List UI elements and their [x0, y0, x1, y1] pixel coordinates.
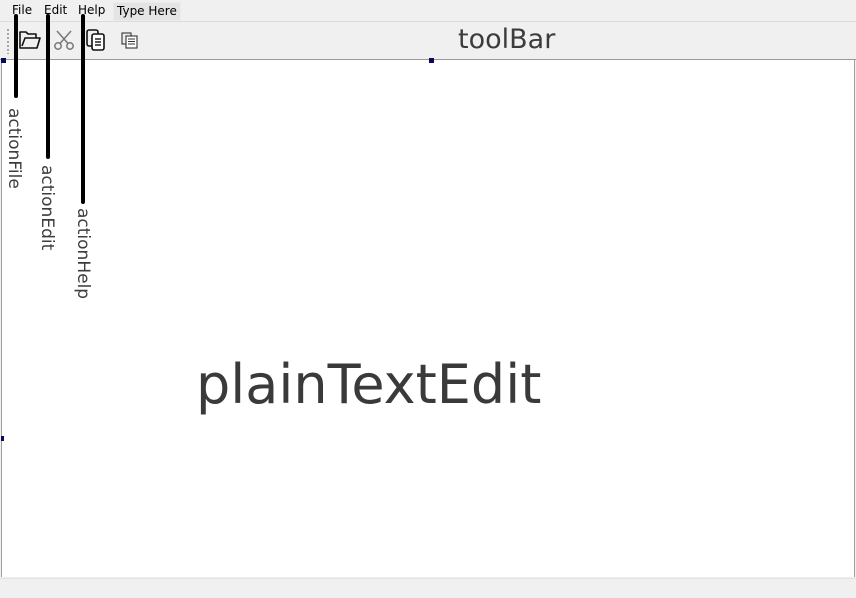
annotation-line-file	[14, 14, 18, 98]
annotation-label-edit: actionEdit	[37, 165, 57, 251]
paste-icon	[121, 32, 138, 49]
annotation-line-edit	[46, 14, 50, 159]
selection-handle-mid-left[interactable]	[1, 436, 4, 441]
scissors-icon	[54, 30, 74, 50]
toolbar: toolBar	[0, 22, 856, 60]
status-bar	[0, 578, 856, 598]
selection-handle-top-left[interactable]	[1, 58, 6, 63]
menu-bar: File Edit Help Type Here	[0, 0, 856, 22]
toolbar-grip-handle[interactable]	[6, 28, 10, 54]
copy-button[interactable]	[82, 27, 110, 53]
plain-text-edit[interactable]: plainTextEdit	[1, 60, 855, 577]
annotation-label-file: actionFile	[4, 108, 24, 189]
selection-handle-top-center[interactable]	[429, 58, 434, 63]
toolbar-object-label: toolBar	[458, 24, 556, 55]
designer-main-window: File Edit Help Type Here toolBar plainTe…	[0, 0, 856, 598]
plain-text-edit-label: plainTextEdit	[196, 353, 542, 416]
open-button[interactable]	[16, 27, 44, 53]
copy-icon	[86, 29, 105, 51]
cut-button[interactable]	[50, 27, 78, 53]
paste-button[interactable]	[116, 27, 144, 53]
annotation-label-help: actionHelp	[73, 208, 93, 300]
folder-open-icon	[19, 31, 41, 49]
menu-type-here[interactable]: Type Here	[113, 2, 181, 21]
annotation-line-help	[81, 14, 85, 204]
